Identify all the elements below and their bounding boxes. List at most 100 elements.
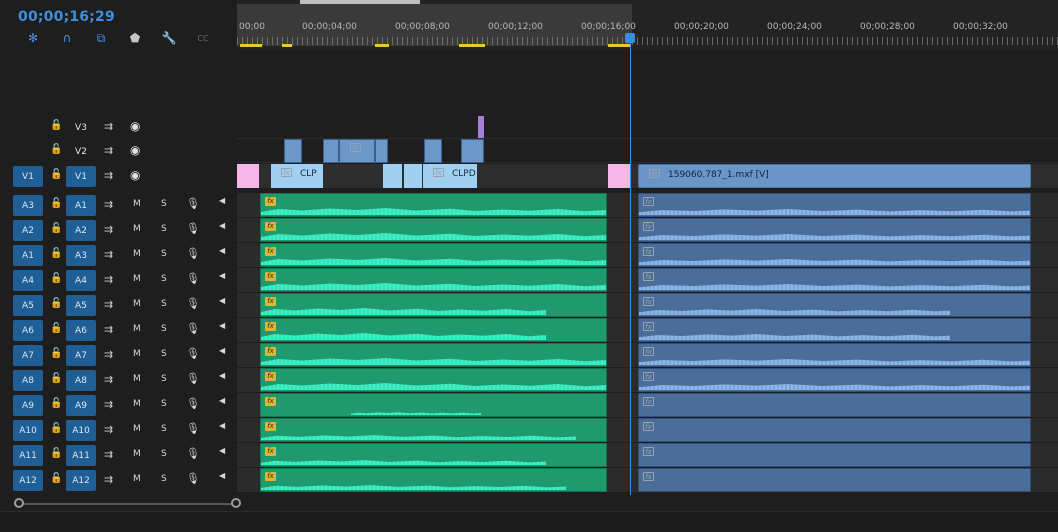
audio-clip[interactable]: fx — [638, 243, 1031, 267]
solo-button[interactable]: S — [161, 249, 167, 259]
solo-button[interactable]: S — [161, 474, 167, 484]
sync-lock-icon[interactable]: ⇉ — [104, 169, 113, 182]
source-patch[interactable]: A3 — [13, 195, 43, 216]
speaker-icon[interactable]: ◀ — [219, 396, 225, 405]
audio-clip[interactable]: fx — [260, 268, 607, 292]
v2-clip[interactable] — [323, 139, 339, 163]
track-name[interactable]: A10 — [66, 420, 96, 441]
ruler-marker[interactable] — [240, 44, 262, 47]
mute-button[interactable]: M — [133, 349, 141, 359]
sync-lock-icon[interactable]: ⇉ — [104, 448, 113, 461]
solo-button[interactable]: S — [161, 424, 167, 434]
source-patch[interactable]: A1 — [13, 245, 43, 266]
source-patch[interactable]: A11 — [13, 445, 43, 466]
eye-icon[interactable]: ◉ — [130, 119, 140, 133]
lane-v3[interactable] — [237, 115, 1058, 139]
speaker-icon[interactable]: ◀ — [219, 321, 225, 330]
solo-button[interactable]: S — [161, 324, 167, 334]
speaker-icon[interactable]: ◀ — [219, 346, 225, 355]
playhead-timecode[interactable]: 00;00;16;29 — [18, 9, 115, 25]
source-patch[interactable]: A6 — [13, 320, 43, 341]
linked-selection-icon[interactable]: ⧉ — [84, 30, 118, 46]
track-name[interactable]: A4 — [66, 270, 96, 291]
eye-icon[interactable]: ◉ — [130, 143, 140, 157]
v2-clip[interactable]: fx — [339, 139, 375, 163]
speaker-icon[interactable]: ◀ — [219, 371, 225, 380]
track-name[interactable]: A6 — [66, 320, 96, 341]
solo-button[interactable]: S — [161, 274, 167, 284]
audio-clip[interactable]: fx — [638, 443, 1031, 467]
sync-lock-icon[interactable]: ⇉ — [104, 248, 113, 261]
track-name[interactable]: V2 — [66, 141, 96, 162]
lock-icon[interactable]: 🔓 — [50, 373, 62, 384]
lock-icon[interactable]: 🔓 — [50, 169, 62, 180]
source-patch[interactable]: A5 — [13, 295, 43, 316]
audio-clip[interactable]: fx — [638, 368, 1031, 392]
audio-clip[interactable]: fx — [260, 218, 607, 242]
speaker-icon[interactable]: ◀ — [219, 446, 225, 455]
mute-button[interactable]: M — [133, 224, 141, 234]
audio-clip[interactable]: fx — [638, 318, 1031, 342]
mic-icon[interactable]: 🎙 — [186, 222, 200, 235]
track-name[interactable]: A2 — [66, 220, 96, 241]
audio-clip[interactable]: fx — [638, 468, 1031, 492]
lock-icon[interactable]: 🔓 — [50, 323, 62, 334]
sync-lock-icon[interactable]: ⇉ — [104, 423, 113, 436]
mic-icon[interactable]: 🎙 — [186, 472, 200, 485]
audio-clip[interactable]: fx — [638, 193, 1031, 217]
eye-icon[interactable]: ◉ — [130, 168, 140, 182]
scrollbar-left-handle[interactable] — [14, 498, 24, 508]
lock-icon[interactable]: 🔓 — [50, 448, 62, 459]
audio-clip[interactable]: fx — [638, 293, 1031, 317]
snap-in-sequence-icon[interactable]: ✻ — [16, 30, 50, 46]
source-patch[interactable]: A2 — [13, 220, 43, 241]
lock-icon[interactable]: 🔓 — [50, 273, 62, 284]
track-name[interactable]: V1 — [66, 166, 96, 187]
track-name[interactable]: A12 — [66, 470, 96, 491]
track-name[interactable]: A7 — [66, 345, 96, 366]
solo-button[interactable]: S — [161, 374, 167, 384]
v2-clip[interactable] — [461, 139, 484, 163]
mute-button[interactable]: M — [133, 324, 141, 334]
sync-lock-icon[interactable]: ⇉ — [104, 144, 113, 157]
lock-icon[interactable]: 🔓 — [50, 120, 62, 131]
audio-clip[interactable]: fx — [638, 393, 1031, 417]
ruler-marker[interactable] — [608, 44, 630, 47]
work-area-handle[interactable] — [300, 0, 420, 4]
speaker-icon[interactable]: ◀ — [219, 271, 225, 280]
time-ruler[interactable]: 00;00 00;00;04;00 00;00;08;00 00;00;12;0… — [237, 0, 1058, 49]
v2-clip[interactable] — [284, 139, 302, 163]
lock-icon[interactable]: 🔓 — [50, 298, 62, 309]
sync-lock-icon[interactable]: ⇉ — [104, 198, 113, 211]
mic-icon[interactable]: 🎙 — [186, 322, 200, 335]
mic-icon[interactable]: 🎙 — [186, 447, 200, 460]
mic-icon[interactable]: 🎙 — [186, 272, 200, 285]
sync-lock-icon[interactable]: ⇉ — [104, 298, 113, 311]
track-name[interactable]: V3 — [66, 117, 96, 138]
audio-clip[interactable]: fx — [260, 193, 607, 217]
source-patch[interactable]: A10 — [13, 420, 43, 441]
lock-icon[interactable]: 🔓 — [50, 223, 62, 234]
sync-lock-icon[interactable]: ⇉ — [104, 373, 113, 386]
audio-clip[interactable]: fx — [260, 468, 607, 492]
source-patch[interactable]: A7 — [13, 345, 43, 366]
lock-icon[interactable]: 🔓 — [50, 473, 62, 484]
sync-lock-icon[interactable]: ⇉ — [104, 473, 113, 486]
solo-button[interactable]: S — [161, 449, 167, 459]
mic-icon[interactable]: 🎙 — [186, 247, 200, 260]
sync-lock-icon[interactable]: ⇉ — [104, 348, 113, 361]
mic-icon[interactable]: 🎙 — [186, 197, 200, 210]
source-patch[interactable]: A12 — [13, 470, 43, 491]
track-name[interactable]: A3 — [66, 245, 96, 266]
mute-button[interactable]: M — [133, 449, 141, 459]
mic-icon[interactable]: 🎙 — [186, 397, 200, 410]
mute-button[interactable]: M — [133, 299, 141, 309]
sync-lock-icon[interactable]: ⇉ — [104, 273, 113, 286]
v1-transition[interactable] — [608, 164, 630, 188]
solo-button[interactable]: S — [161, 224, 167, 234]
ruler-marker[interactable] — [459, 44, 485, 47]
source-patch[interactable]: V1 — [13, 166, 43, 187]
v1-clip[interactable]: fx 159060.787_1.mxf [V] — [638, 164, 1031, 188]
lock-icon[interactable]: 🔓 — [50, 248, 62, 259]
sync-lock-icon[interactable]: ⇉ — [104, 120, 113, 133]
